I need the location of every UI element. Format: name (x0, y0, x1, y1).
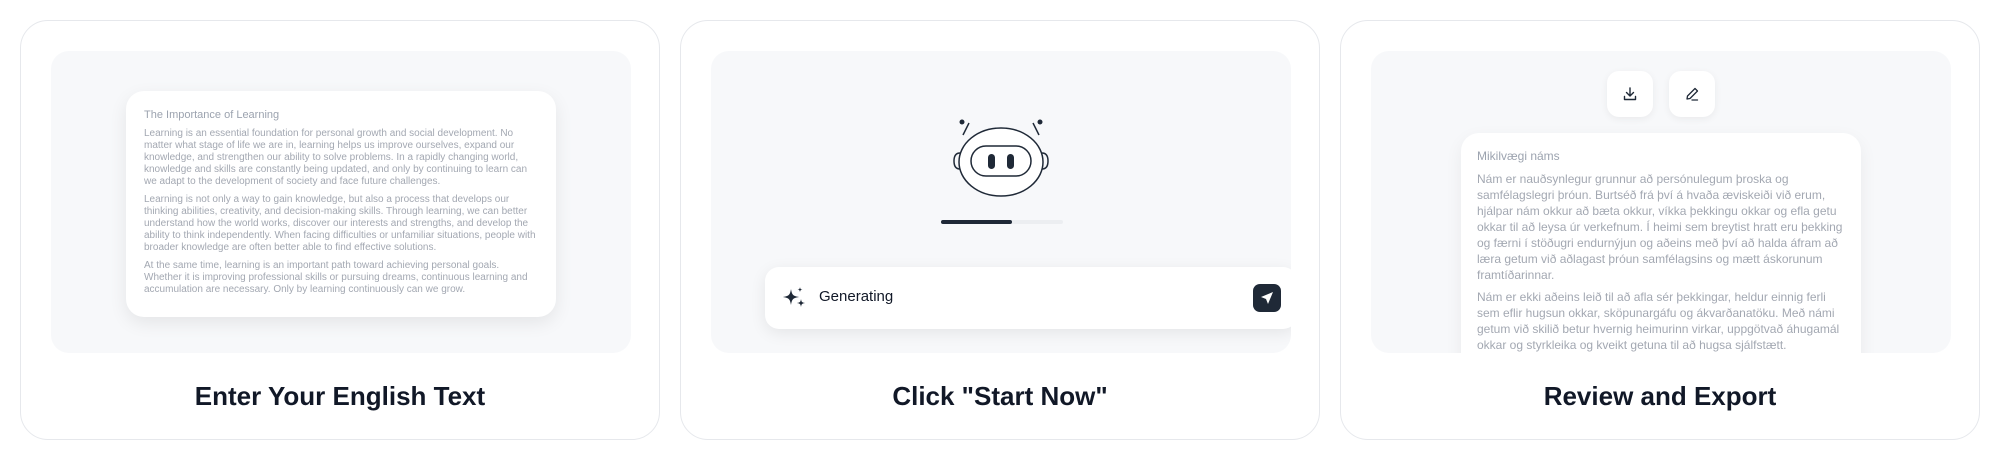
document-heading: Mikilvægi náms (1477, 149, 1560, 163)
document-paragraph: Learning is not only a way to gain knowl… (144, 194, 536, 253)
translated-document: Mikilvægi náms Nám er nauðsynlegur grunn… (1461, 133, 1861, 353)
step-preview-panel: Mikilvægi náms Nám er nauðsynlegur grunn… (1371, 51, 1951, 353)
source-document: The Importance of Learning Learning is a… (126, 91, 556, 317)
step-preview-panel: Generating (711, 51, 1291, 353)
step-preview-panel: The Importance of Learning Learning is a… (51, 51, 631, 353)
generation-status-bar: Generating (765, 267, 1291, 329)
step-card-enter-text: The Importance of Learning Learning is a… (20, 20, 660, 440)
generating-label: Generating (819, 288, 894, 305)
step-title: Enter Your English Text (194, 381, 486, 411)
document-paragraph: Nám er ekki aðeins leið til að afla sér … (1477, 290, 1840, 352)
document-paragraph: Learning is an essential foundation for … (144, 128, 528, 187)
sparkles-icon (783, 287, 805, 307)
step-title: Review and Export (1543, 381, 1777, 411)
step-card-review-export: Mikilvægi náms Nám er nauðsynlegur grunn… (1340, 20, 1980, 440)
download-icon (1623, 87, 1637, 101)
robot-icon (953, 119, 1049, 197)
step-title: Click "Start Now" (892, 381, 1108, 411)
send-button[interactable] (1253, 284, 1281, 312)
send-icon (1261, 292, 1273, 304)
step-card-start-now: Generating Click "Start Now" (680, 20, 1320, 440)
document-paragraph: Nám er nauðsynlegur grunnur að persónule… (1477, 172, 1843, 282)
progress-bar (941, 220, 1063, 224)
document-heading: The Importance of Learning (144, 109, 280, 121)
edit-button[interactable] (1669, 71, 1715, 117)
document-paragraph: At the same time, learning is an importa… (144, 260, 528, 295)
progress-fill (941, 220, 1012, 224)
edit-icon (1686, 87, 1699, 101)
download-button[interactable] (1607, 71, 1653, 117)
